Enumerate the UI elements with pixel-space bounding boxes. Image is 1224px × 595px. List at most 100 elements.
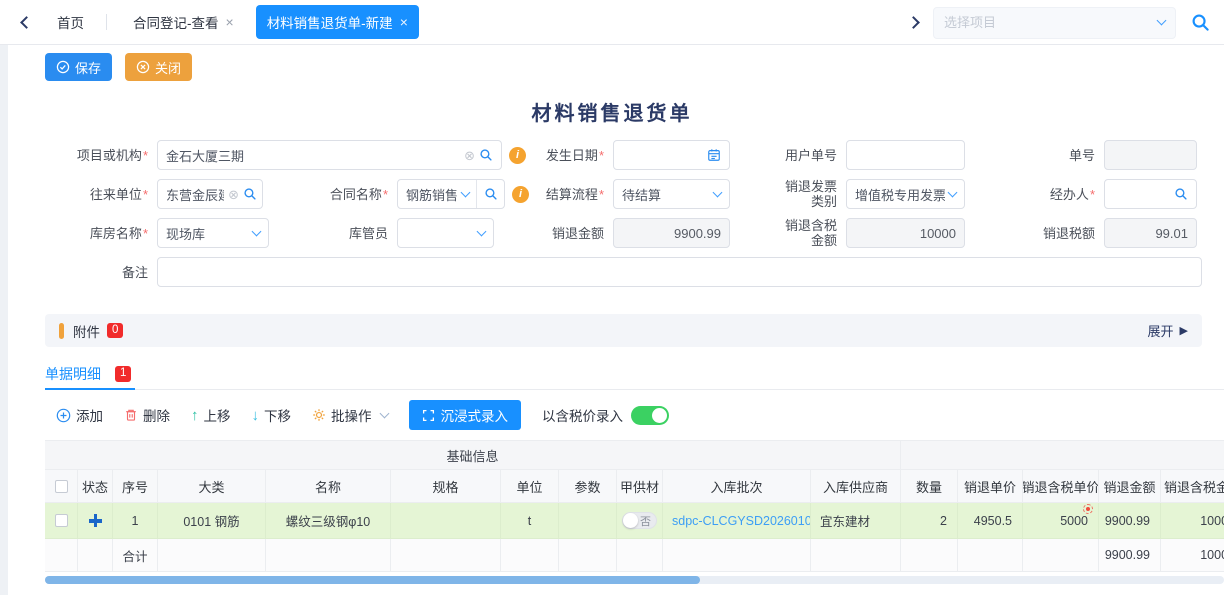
select-all-checkbox[interactable] bbox=[55, 480, 68, 493]
detail-tab-row: 单据明细 1 bbox=[45, 360, 1224, 390]
tabs-scroll-right-icon[interactable] bbox=[907, 16, 920, 29]
field-remark: 备注 bbox=[45, 257, 1202, 287]
cell-price-tax[interactable]: 5000 bbox=[1023, 503, 1099, 539]
cell-seq: 1 bbox=[113, 503, 158, 539]
detail-table: 基础信息 状态 序号 大类 名称 规格 单位 参数 甲供材 入库批次 入库供应商… bbox=[45, 440, 1224, 572]
remark-input[interactable] bbox=[157, 257, 1202, 287]
table-header-row: 状态 序号 大类 名称 规格 单位 参数 甲供材 入库批次 入库供应商 数量 销… bbox=[45, 470, 1224, 503]
total-amount: 9900.99 bbox=[1099, 539, 1161, 572]
contract-name-select[interactable]: 钢筋销售 bbox=[397, 179, 505, 209]
expand-arrow-icon: ▶ bbox=[1180, 324, 1188, 337]
field-invoice-type: 销退发票类别 增值税专用发票 bbox=[770, 179, 965, 209]
tab-contract-view[interactable]: 合同登记-查看 × bbox=[133, 12, 234, 32]
batch-ops-button[interactable]: 批操作 bbox=[312, 405, 388, 425]
attachment-count-badge: 0 bbox=[107, 323, 123, 339]
expand-button[interactable]: 展开 ▶ bbox=[1148, 321, 1188, 340]
fullscreen-brackets-icon bbox=[422, 409, 435, 422]
field-handler: 经办人* bbox=[1040, 179, 1197, 209]
user-no-input[interactable] bbox=[846, 140, 965, 170]
add-row-button[interactable]: 添加 bbox=[56, 405, 103, 425]
col-name: 名称 bbox=[266, 470, 391, 503]
cell-amount[interactable]: 9900.99 bbox=[1099, 503, 1161, 539]
contract-search-button[interactable] bbox=[476, 180, 498, 208]
tab-material-return-new[interactable]: 材料销售退货单-新建 × bbox=[256, 5, 419, 39]
cell-amount-tax[interactable]: 10000 bbox=[1161, 503, 1224, 539]
invoice-type-select[interactable]: 增值税专用发票 bbox=[846, 179, 965, 209]
table-row: 1 0101 钢筋 螺纹三级钢φ10 t 否 sdpc-CLCGYSD20260… bbox=[45, 503, 1224, 539]
return-amount-input: 9900.99 bbox=[613, 218, 730, 248]
col-owner-supplied: 甲供材 bbox=[617, 470, 663, 503]
settle-flow-select[interactable]: 待结算 bbox=[613, 179, 730, 209]
search-icon[interactable] bbox=[1191, 13, 1210, 32]
col-price: 销退单价 bbox=[958, 470, 1023, 503]
scrollbar-thumb[interactable] bbox=[45, 576, 700, 584]
row-status-plus-icon[interactable] bbox=[89, 514, 102, 527]
col-category: 大类 bbox=[158, 470, 266, 503]
close-icon[interactable]: × bbox=[226, 15, 234, 29]
field-user-no: 用户单号 bbox=[770, 140, 965, 170]
group-header-basic-info: 基础信息 bbox=[45, 440, 901, 470]
chevron-down-icon[interactable] bbox=[713, 187, 723, 197]
owner-supplied-toggle[interactable]: 否 bbox=[622, 512, 657, 529]
batch-link[interactable]: sdpc-CLCGYSD2026010 bbox=[672, 514, 811, 528]
search-icon[interactable] bbox=[243, 187, 257, 201]
clear-icon[interactable]: ⊗ bbox=[228, 188, 239, 201]
col-amount: 销退金额 bbox=[1099, 470, 1161, 503]
info-icon[interactable]: i bbox=[509, 147, 526, 164]
chevron-down-icon bbox=[379, 408, 389, 418]
cell-qty[interactable]: 2 bbox=[901, 503, 958, 539]
search-icon[interactable] bbox=[1174, 187, 1188, 201]
horizontal-scrollbar[interactable] bbox=[45, 576, 1224, 584]
plus-circle-icon bbox=[56, 408, 71, 423]
chevron-down-icon[interactable] bbox=[252, 226, 262, 236]
top-tab-bar: 首页 合同登记-查看 × 材料销售退货单-新建 × bbox=[0, 0, 1224, 45]
close-icon[interactable]: × bbox=[400, 15, 408, 29]
project-select-input[interactable] bbox=[944, 15, 1158, 30]
immersive-entry-button[interactable]: 沉浸式录入 bbox=[409, 400, 522, 430]
tax-entry-toggle[interactable] bbox=[631, 406, 669, 425]
close-button[interactable]: 关闭 bbox=[125, 53, 192, 81]
counterparty-input[interactable]: ⊗ bbox=[157, 179, 263, 209]
cell-param[interactable] bbox=[559, 503, 617, 539]
project-select[interactable] bbox=[933, 7, 1176, 39]
move-up-button[interactable]: ↑ 上移 bbox=[191, 405, 231, 425]
col-qty: 数量 bbox=[901, 470, 958, 503]
field-return-amount-tax: 销退含税金额 10000 bbox=[770, 218, 965, 248]
save-button[interactable]: 保存 bbox=[45, 53, 112, 81]
attachment-label: 附件 bbox=[73, 321, 100, 341]
chevron-down-icon[interactable] bbox=[948, 187, 958, 197]
cell-spec[interactable] bbox=[391, 503, 501, 539]
tabs-scroll-left-icon[interactable] bbox=[20, 16, 33, 29]
warehouse-keeper-select[interactable] bbox=[397, 218, 494, 248]
chevron-down-icon[interactable] bbox=[1157, 16, 1167, 26]
total-label: 合计 bbox=[113, 539, 158, 572]
col-param: 参数 bbox=[559, 470, 617, 503]
handler-input[interactable] bbox=[1104, 179, 1197, 209]
calendar-icon[interactable] bbox=[707, 148, 721, 162]
tab-detail[interactable]: 单据明细 1 bbox=[45, 360, 135, 390]
arrow-down-icon: ↓ bbox=[252, 407, 260, 424]
cell-supplier[interactable]: 宜东建材 bbox=[811, 503, 901, 539]
cell-unit[interactable]: t bbox=[501, 503, 559, 539]
cell-category[interactable]: 0101 钢筋 bbox=[158, 503, 266, 539]
occur-date-input[interactable] bbox=[613, 140, 730, 170]
delete-row-button[interactable]: 删除 bbox=[124, 405, 170, 425]
project-org-input[interactable]: ⊗ bbox=[157, 140, 502, 170]
detail-count-badge: 1 bbox=[115, 366, 131, 382]
info-icon[interactable]: i bbox=[512, 186, 529, 203]
cell-price[interactable]: 4950.5 bbox=[958, 503, 1023, 539]
return-amount-tax-input: 10000 bbox=[846, 218, 965, 248]
field-settle-flow: 结算流程* 待结算 bbox=[535, 179, 730, 209]
clear-icon[interactable]: ⊗ bbox=[464, 149, 475, 162]
tab-home[interactable]: 首页 bbox=[57, 12, 84, 32]
chevron-down-icon[interactable] bbox=[477, 226, 487, 236]
warehouse-select[interactable]: 现场库 bbox=[157, 218, 269, 248]
chevron-down-icon[interactable] bbox=[461, 187, 471, 197]
search-icon bbox=[484, 187, 498, 201]
cell-name[interactable]: 螺纹三级钢φ10 bbox=[266, 503, 391, 539]
attachment-bar[interactable]: 附件 0 展开 ▶ bbox=[45, 314, 1202, 347]
search-icon[interactable] bbox=[479, 148, 493, 162]
move-down-button[interactable]: ↓ 下移 bbox=[252, 405, 292, 425]
row-checkbox[interactable] bbox=[55, 514, 68, 527]
field-doc-no: 单号 bbox=[1040, 140, 1197, 170]
